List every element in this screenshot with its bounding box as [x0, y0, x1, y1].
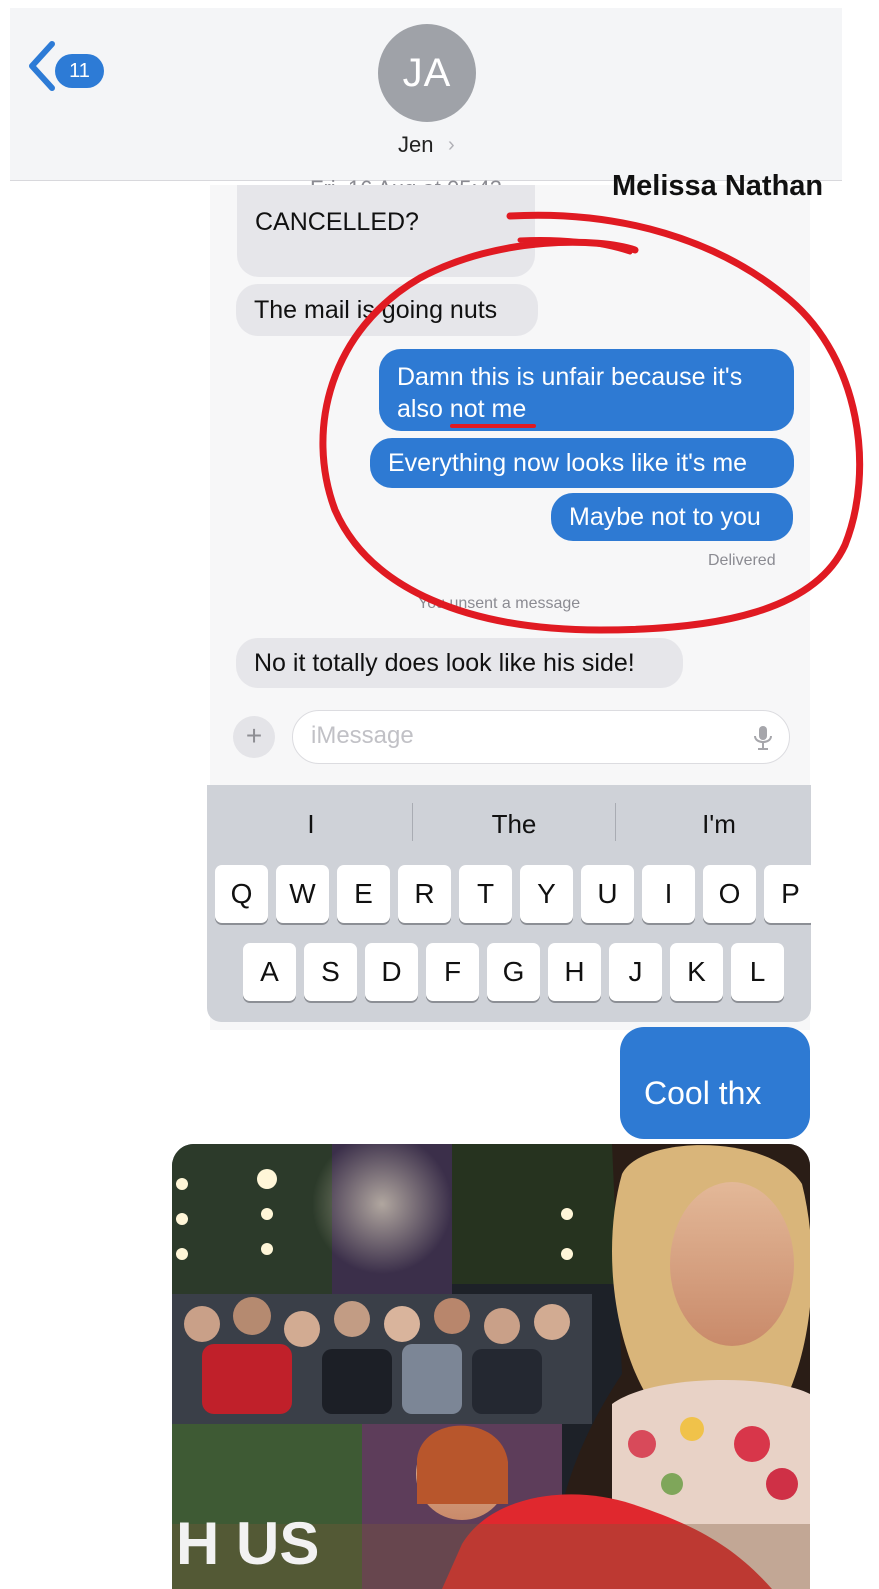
- key-y[interactable]: Y: [520, 865, 573, 923]
- event-photo-image: H US: [172, 1144, 810, 1589]
- message-input[interactable]: iMessage: [292, 710, 790, 764]
- suggestion-3[interactable]: I'm: [619, 785, 811, 859]
- key-w[interactable]: W: [276, 865, 329, 923]
- key-d[interactable]: D: [365, 943, 418, 1001]
- photo-banner-text: H US: [176, 1510, 319, 1577]
- key-j[interactable]: J: [609, 943, 662, 1001]
- key-a[interactable]: A: [243, 943, 296, 1001]
- key-u[interactable]: U: [581, 865, 634, 923]
- key-e[interactable]: E: [337, 865, 390, 923]
- annotation-circle: [319, 211, 864, 634]
- suggestion-2[interactable]: The: [414, 785, 614, 859]
- suggestion-divider: [412, 803, 413, 841]
- key-f[interactable]: F: [426, 943, 479, 1001]
- key-p[interactable]: P: [764, 865, 811, 923]
- key-l[interactable]: L: [731, 943, 784, 1001]
- key-s[interactable]: S: [304, 943, 357, 1001]
- key-o[interactable]: O: [703, 865, 756, 923]
- suggestion-1[interactable]: I: [211, 785, 411, 859]
- key-k[interactable]: K: [670, 943, 723, 1001]
- key-q[interactable]: Q: [215, 865, 268, 923]
- photo-attachment[interactable]: H US: [172, 1144, 810, 1589]
- key-t[interactable]: T: [459, 865, 512, 923]
- add-attachment-button[interactable]: +: [233, 716, 275, 758]
- key-r[interactable]: R: [398, 865, 451, 923]
- key-h[interactable]: H: [548, 943, 601, 1001]
- outgoing-message[interactable]: Cool thx: [620, 1027, 810, 1139]
- microphone-icon[interactable]: [752, 724, 774, 752]
- keyboard: I The I'm Q W E R T Y U I O P A S D F G …: [207, 785, 811, 1022]
- key-i[interactable]: I: [642, 865, 695, 923]
- key-g[interactable]: G: [487, 943, 540, 1001]
- suggestion-divider: [615, 803, 616, 841]
